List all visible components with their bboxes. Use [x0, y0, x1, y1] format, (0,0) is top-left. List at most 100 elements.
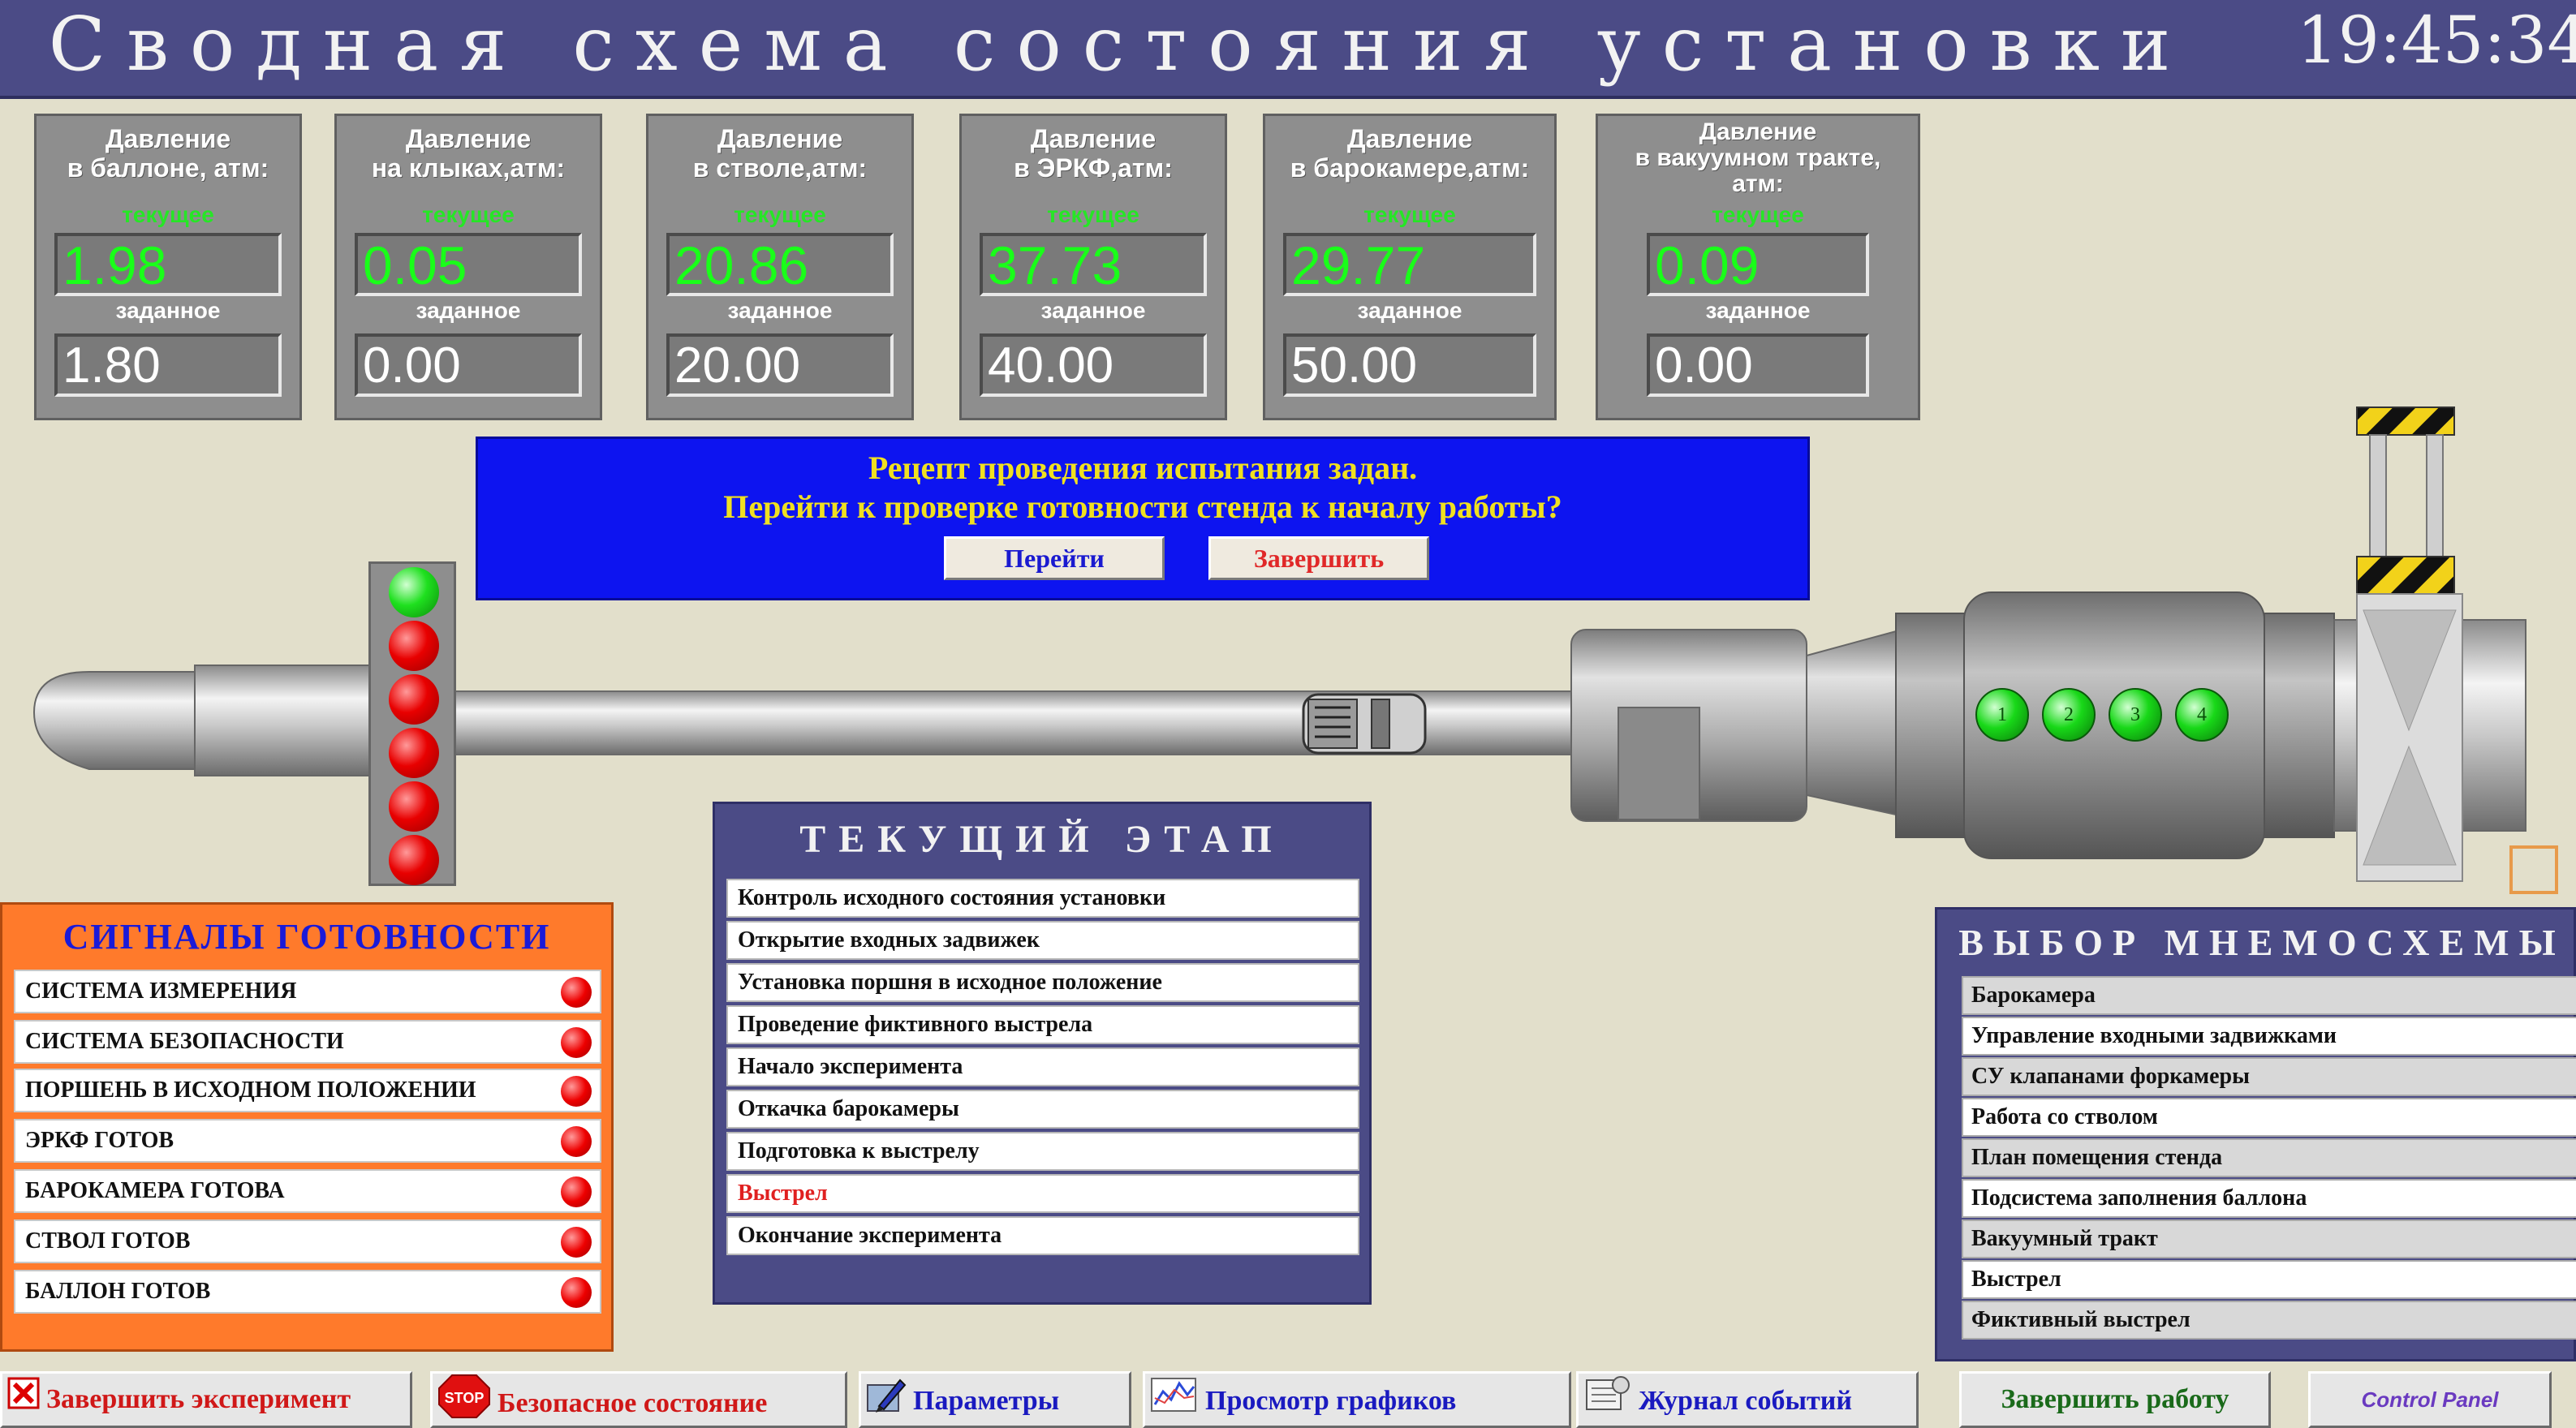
current-value: 0.09 [1647, 233, 1869, 296]
gauge-cylinder-pressure: Давление в баллоне, атм: текущее 1.98 за… [34, 114, 302, 420]
setpoint-value[interactable]: 20.00 [666, 333, 894, 397]
readiness-item: БАЛЛОН ГОТОВ [14, 1270, 601, 1314]
stage-item: Установка поршня в исходное положение [726, 963, 1359, 1002]
mnemo-item-fictive-shot[interactable]: Фиктивный выстрел [1962, 1301, 2576, 1340]
close-icon [7, 1375, 40, 1426]
mnemo-item-inlet-valves[interactable]: Управление входными задвижками [1962, 1017, 2576, 1056]
setpoint-value[interactable]: 40.00 [980, 333, 1207, 397]
stage-item: Окончание эксперимента [726, 1216, 1359, 1255]
readiness-item: СИСТЕМА ИЗМЕРЕНИЯ [14, 970, 601, 1013]
setpoint-value[interactable]: 50.00 [1283, 333, 1536, 397]
readiness-item: СИСТЕМА БЕЗОПАСНОСТИ [14, 1020, 601, 1064]
gate-valve [2356, 406, 2463, 882]
mnemo-item-cylinder-filling[interactable]: Подсистема заполнения баллона [1962, 1179, 2576, 1218]
current-caption: текущее [734, 202, 826, 227]
event-log-button[interactable]: Журнал событий [1576, 1371, 1919, 1428]
readiness-item-label: БАЛЛОН ГОТОВ [25, 1279, 211, 1304]
valve-indicator-2[interactable]: 2 [2042, 688, 2096, 742]
stage-item: Контроль исходного состояния установки [726, 879, 1359, 918]
readiness-item-label: ЭРКФ ГОТОВ [25, 1128, 174, 1153]
lamp-red [389, 835, 439, 885]
mnemo-selection-panel: ВЫБОР МНЕМОСХЕМЫ Барокамера Управление в… [1935, 907, 2576, 1361]
readiness-signals-panel: СИГНАЛЫ ГОТОВНОСТИ СИСТЕМА ИЗМЕРЕНИЯ СИС… [0, 902, 614, 1352]
mnemo-title: ВЫБОР МНЕМОСХЕМЫ [1958, 922, 2565, 963]
mnemo-item-barochamber[interactable]: Барокамера [1962, 976, 2576, 1015]
current-value: 1.98 [54, 233, 282, 296]
stage-item: Открытие входных задвижек [726, 921, 1359, 960]
gauge-label: Давление в барокамере,атм: [1290, 124, 1530, 183]
setpoint-value[interactable]: 0.00 [1647, 333, 1869, 397]
gauge-barrel-pressure: Давление в стволе,атм: текущее 20.86 зад… [646, 114, 914, 420]
corner-marker [2509, 845, 2558, 894]
pencil-icon [866, 1374, 907, 1426]
gauge-vacuum-pressure: Давление в вакуумном тракте, атм: текуще… [1596, 114, 1920, 420]
mnemo-item-barrel[interactable]: Работа со стволом [1962, 1098, 2576, 1137]
status-lamp-red [561, 1227, 592, 1258]
valve-indicator-4[interactable]: 4 [2175, 688, 2229, 742]
current-caption: текущее [122, 202, 214, 227]
mnemo-item-shot[interactable]: Выстрел [1962, 1260, 2576, 1299]
readiness-item-label: ПОРШЕНЬ В ИСХОДНОМ ПОЛОЖЕНИИ [25, 1077, 476, 1103]
cylinder-tank [32, 665, 382, 776]
stage-item: Проведение фиктивного выстрела [726, 1005, 1359, 1044]
mnemo-item-vacuum-tract[interactable]: Вакуумный тракт [1962, 1219, 2576, 1258]
stop-sign-text: STOP [445, 1390, 485, 1406]
event-log-label: Журнал событий [1639, 1385, 1852, 1416]
finish-experiment-label: Завершить эксперимент [46, 1384, 351, 1414]
current-caption: текущее [1363, 202, 1456, 227]
readiness-item: ПОРШЕНЬ В ИСХОДНОМ ПОЛОЖЕНИИ [14, 1069, 601, 1112]
setpoint-caption: заданное [1357, 298, 1462, 323]
event-log-icon [1583, 1374, 1632, 1426]
finish-button[interactable]: Завершить [1208, 536, 1429, 580]
lamp-red [389, 621, 439, 671]
gauge-label: Давление в ЭРКФ,атм: [1014, 124, 1173, 183]
view-graphs-label: Просмотр графиков [1205, 1385, 1457, 1416]
finish-experiment-button[interactable]: Завершить эксперимент [0, 1371, 412, 1428]
setpoint-caption: заданное [416, 298, 521, 323]
readiness-item-label: СИСТЕМА БЕЗОПАСНОСТИ [25, 1029, 344, 1054]
current-value: 0.05 [355, 233, 582, 296]
page-title: Сводная схема состояния установки [48, 1, 2192, 88]
gauge-label: Давление в баллоне, атм: [67, 124, 269, 183]
mnemo-item-forechamber-valves[interactable]: СУ клапанами форкамеры [1962, 1057, 2576, 1096]
valve-indicator-1[interactable]: 1 [1975, 688, 2029, 742]
control-panel-button[interactable]: Control Panel [2308, 1371, 2552, 1428]
safe-state-button[interactable]: STOP Безопасное состояние [430, 1371, 847, 1428]
setpoint-value[interactable]: 0.00 [355, 333, 582, 397]
readiness-item-label: СТВОЛ ГОТОВ [25, 1228, 191, 1254]
current-value: 29.77 [1283, 233, 1536, 296]
lamp-red [389, 674, 439, 725]
status-lamp-red [561, 1176, 592, 1207]
forechamber [1570, 629, 1897, 822]
readiness-item-label: БАРОКАМЕРА ГОТОВА [25, 1178, 285, 1203]
gauge-erkf-pressure: Давление в ЭРКФ,атм: текущее 37.73 задан… [959, 114, 1227, 420]
finish-work-button[interactable]: Завершить работу [1959, 1371, 2271, 1428]
stop-sign-icon: STOP [437, 1374, 491, 1426]
gauge-label: Давление на клыках,атм: [371, 124, 566, 183]
current-caption: текущее [1712, 202, 1804, 227]
status-lamp-red [561, 977, 592, 1008]
dialog-message-line1: Рецепт проведения испытания задан. [868, 449, 1418, 486]
parameters-button[interactable]: Параметры [859, 1371, 1131, 1428]
parameters-label: Параметры [913, 1385, 1060, 1416]
current-value: 37.73 [980, 233, 1207, 296]
gauge-fangs-pressure: Давление на клыках,атм: текущее 0.05 зад… [334, 114, 602, 420]
status-lamp-red [561, 1277, 592, 1308]
valve-indicator-3[interactable]: 3 [2109, 688, 2162, 742]
go-button[interactable]: Перейти [944, 536, 1165, 580]
readiness-item: ЭРКФ ГОТОВ [14, 1119, 601, 1163]
piston [1302, 693, 1427, 755]
lamp-red [389, 728, 439, 778]
readiness-traffic-light [368, 561, 456, 886]
recipe-dialog: Рецепт проведения испытания задан. Перей… [476, 437, 1810, 600]
stage-title: ТЕКУЩИЙ ЭТАП [799, 818, 1285, 861]
stage-item: Подготовка к выстрелу [726, 1132, 1359, 1171]
stage-item: Начало эксперимента [726, 1047, 1359, 1086]
mnemo-item-room-plan[interactable]: План помещения стенда [1962, 1138, 2576, 1177]
chart-icon [1150, 1374, 1199, 1426]
setpoint-caption: заданное [115, 298, 221, 323]
gauge-label: Давление в вакуумном тракте, атм: [1635, 118, 1881, 197]
setpoint-value[interactable]: 1.80 [54, 333, 282, 397]
view-graphs-button[interactable]: Просмотр графиков [1143, 1371, 1571, 1428]
status-lamp-red [561, 1027, 592, 1058]
